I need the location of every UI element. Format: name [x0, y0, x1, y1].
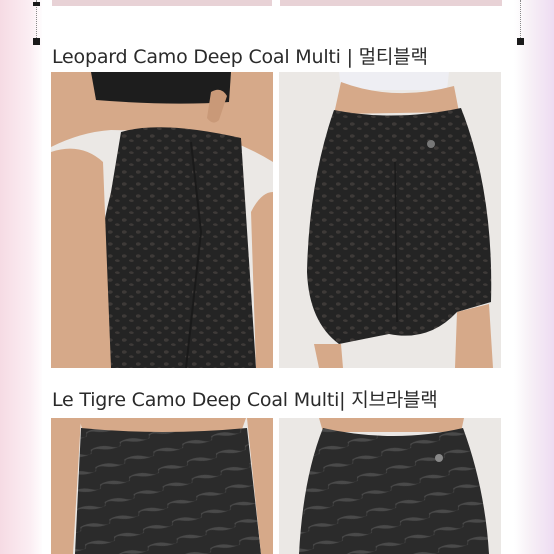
tiger-front-photo[interactable]: [51, 418, 273, 554]
selection-handle-corner[interactable]: [33, 2, 40, 6]
selection-handle-top-right[interactable]: [517, 38, 524, 45]
previous-image-strip: [280, 0, 502, 6]
selection-handle-top-left[interactable]: [33, 38, 40, 45]
product-caption-leopard: Leopard Camo Deep Coal Multi | 멀티블랙: [52, 46, 428, 68]
leopard-front-photo[interactable]: [51, 72, 273, 368]
previous-image-strip: [52, 0, 272, 6]
product-caption-tiger: Le Tigre Camo Deep Coal Multi| 지브라블랙: [52, 389, 438, 411]
tiger-back-photo[interactable]: [279, 418, 501, 554]
leopard-back-photo[interactable]: [279, 72, 501, 368]
